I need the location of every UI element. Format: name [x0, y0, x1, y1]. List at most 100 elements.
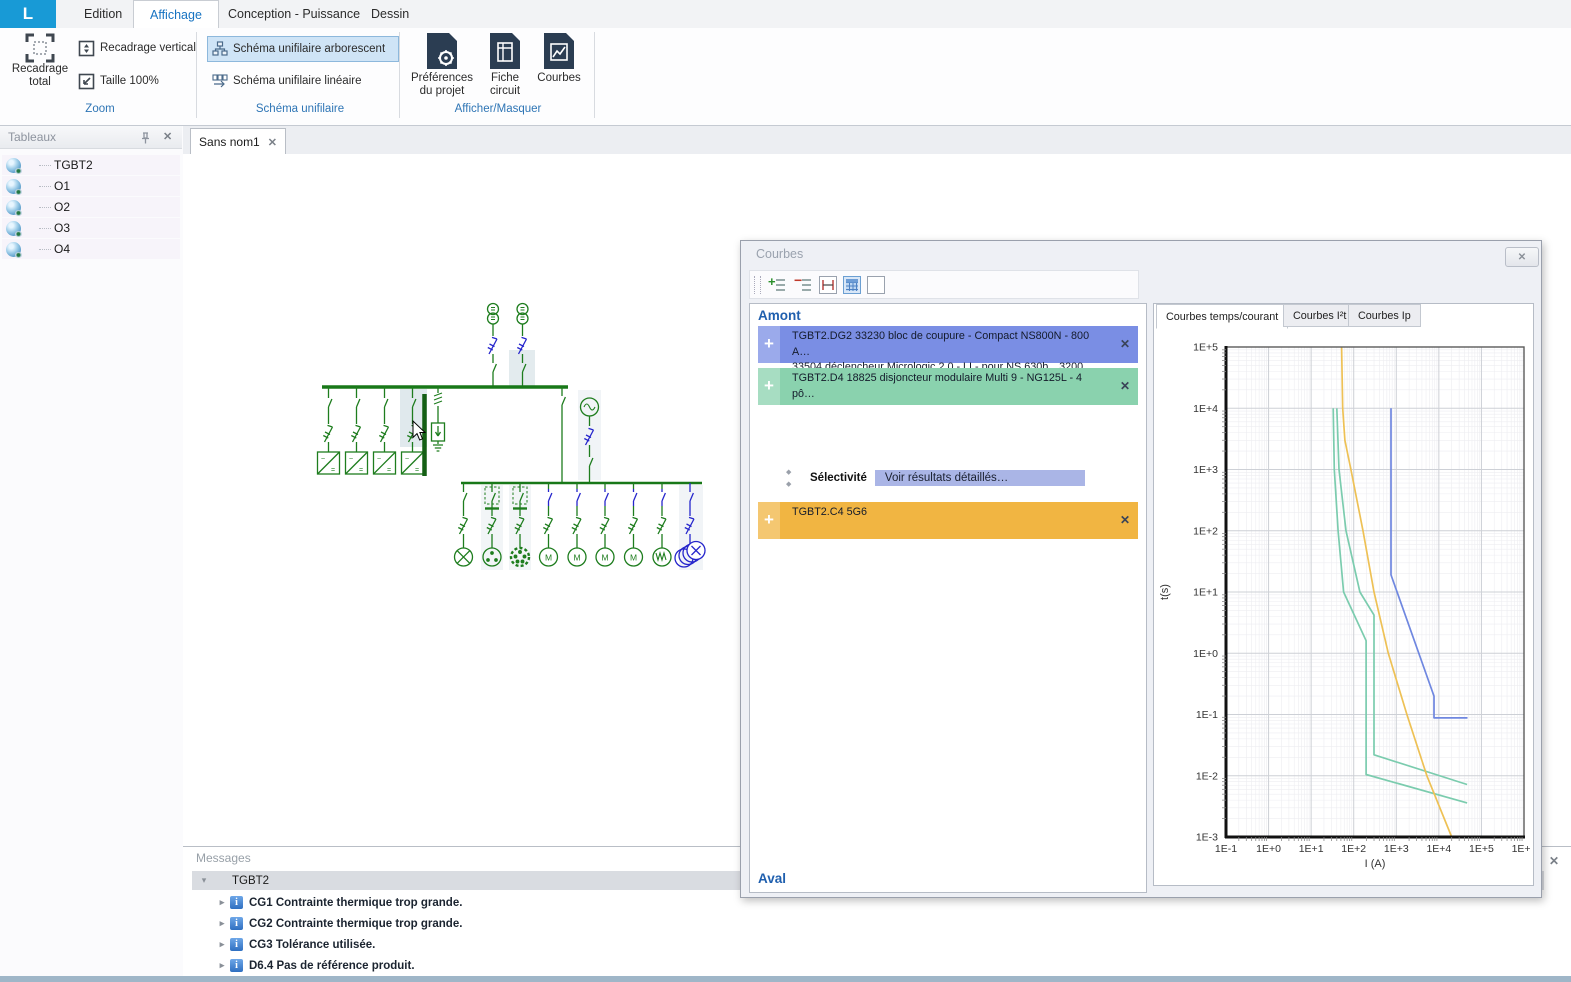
message-row[interactable]: ▸ i CG2 Contrainte thermique trop grande…: [192, 913, 462, 934]
courbes-dialog[interactable]: Courbes ✕ + − Amont + TGBT2.DG2 33230 bl…: [740, 240, 1542, 898]
fiche-circuit-icon: [490, 33, 520, 69]
feeder-converter[interactable]: ~ =: [318, 387, 340, 474]
info-icon: i: [230, 917, 243, 930]
expand-plus-icon[interactable]: +: [758, 368, 780, 405]
feeder-converter[interactable]: ~ =: [346, 387, 368, 474]
transformer-symbol[interactable]: [517, 304, 528, 337]
transformer-symbol[interactable]: [488, 304, 499, 337]
feeder-motor[interactable]: M: [540, 483, 558, 566]
remove-curve-icon[interactable]: −: [793, 275, 813, 295]
tab-courbes-i2t[interactable]: Courbes I²t: [1283, 304, 1356, 327]
remove-entry-icon[interactable]: ✕: [1120, 336, 1130, 353]
table-icon: [6, 200, 21, 215]
curves-list-pane: Amont + TGBT2.DG2 33230 bloc de coupure …: [749, 303, 1147, 893]
table-icon: [6, 158, 21, 173]
remove-entry-icon[interactable]: ✕: [1120, 512, 1130, 529]
recadrage-total-button[interactable]: Recadrage total: [8, 33, 72, 89]
tableaux-close-icon[interactable]: ✕: [163, 130, 172, 143]
markers-icon[interactable]: [819, 276, 837, 294]
single-line-diagram[interactable]: ~ = ~ = ~ = ~ =: [300, 290, 720, 590]
feeder-lamp[interactable]: [455, 483, 473, 566]
blank-view-icon[interactable]: [867, 276, 885, 294]
sidebar-item-o3[interactable]: O3: [2, 218, 180, 238]
recadrage-vertical-icon: [78, 40, 95, 57]
feeder-to-subboard[interactable]: [562, 387, 565, 483]
preferences-projet-button[interactable]: Préférences du projet: [408, 33, 476, 98]
schema-group-label: Schéma unifilaire: [216, 103, 384, 115]
message-row[interactable]: ▸ i CG1 Contrainte thermique trop grande…: [192, 892, 462, 913]
toolbar-grip-icon[interactable]: [754, 276, 761, 294]
add-curve-icon[interactable]: +: [767, 275, 787, 295]
svg-text:1E+1: 1E+1: [1193, 587, 1218, 599]
sidebar-item-label: O1: [54, 179, 70, 193]
messages-close-icon[interactable]: ✕: [1549, 854, 1559, 868]
remove-entry-icon[interactable]: ✕: [1120, 378, 1130, 395]
svg-text:~: ~: [377, 456, 381, 463]
svg-text:1E+2: 1E+2: [1193, 525, 1218, 537]
svg-text:1E+6: 1E+6: [1512, 843, 1531, 855]
document-tab-close-icon[interactable]: ✕: [268, 136, 277, 149]
expand-icon[interactable]: ▸: [216, 960, 228, 971]
application-window: L Edition Affichage Conception - Puissan…: [0, 0, 1571, 982]
collapse-icon[interactable]: ▾: [198, 875, 210, 886]
preferences-projet-icon: [427, 33, 457, 69]
tab-dessin[interactable]: Dessin: [355, 0, 425, 28]
curve-entry-upstream-breaker[interactable]: + TGBT2.DG2 33230 bloc de coupure - Comp…: [758, 326, 1138, 363]
selectivite-details-link[interactable]: Voir résultats détaillés…: [875, 470, 1085, 486]
table-icon: [6, 242, 21, 257]
feeder-converter[interactable]: ~ =: [374, 387, 396, 474]
expand-icon[interactable]: ▸: [216, 939, 228, 950]
fiche-circuit-button[interactable]: Fiche circuit: [480, 33, 530, 98]
window-bottom-edge: [0, 976, 1571, 982]
group-separator: [196, 32, 197, 118]
curve-entry-modular-breaker[interactable]: + TGBT2.D4 18825 disjoncteur modulaire M…: [758, 368, 1138, 405]
courbes-button[interactable]: Courbes: [535, 33, 583, 85]
sidebar-item-o4[interactable]: O4: [2, 239, 180, 259]
afficher-group-label: Afficher/Masquer: [410, 103, 586, 115]
messages-group-label: TGBT2: [232, 875, 269, 887]
svg-text:1E+0: 1E+0: [1193, 648, 1218, 660]
tab-conception-puissance[interactable]: Conception - Puissance: [212, 0, 376, 28]
sidebar-item-o1[interactable]: O1: [2, 176, 180, 196]
curve-entry-line: TGBT2.C4 5G6: [792, 505, 1102, 521]
dialog-close-button[interactable]: ✕: [1505, 247, 1539, 267]
sidebar-item-o2[interactable]: O2: [2, 197, 180, 217]
feeder-motor[interactable]: M: [568, 483, 586, 566]
info-icon: i: [230, 959, 243, 972]
feeder-heater[interactable]: [653, 483, 671, 566]
selectivite-label: Sélectivité: [802, 470, 875, 486]
taille-100-button[interactable]: Taille 100%: [78, 69, 159, 93]
app-logo[interactable]: L: [0, 0, 56, 28]
expand-icon[interactable]: ▸: [216, 897, 228, 908]
pin-icon[interactable]: [140, 132, 151, 144]
svg-text:1E-1: 1E-1: [1196, 709, 1218, 721]
curve-entry-cable[interactable]: + TGBT2.C4 5G6 ✕: [758, 502, 1138, 539]
preferences-projet-label: Préférences du projet: [409, 72, 475, 98]
surge-arrester[interactable]: [432, 387, 445, 451]
svg-text:=: =: [415, 467, 419, 474]
document-tab[interactable]: Sans nom1 ✕: [190, 128, 286, 155]
diamond-icon: ◆: [786, 469, 791, 476]
recadrage-vertical-button[interactable]: Recadrage vertical: [78, 36, 196, 60]
message-row[interactable]: ▸ i D6.4 Pas de référence produit.: [192, 955, 415, 976]
schema-arborescent-button[interactable]: Schéma unifilaire arborescent: [207, 36, 399, 62]
time-current-chart[interactable]: 1E+51E+41E+31E+21E+11E+01E-11E-21E-31E-1…: [1156, 328, 1531, 884]
expand-plus-icon[interactable]: +: [758, 326, 780, 363]
svg-text:1E+3: 1E+3: [1193, 464, 1218, 476]
tab-affichage[interactable]: Affichage: [133, 0, 219, 29]
svg-text:1E-1: 1E-1: [1215, 843, 1237, 855]
expand-plus-icon[interactable]: +: [758, 502, 780, 539]
schema-lineaire-button[interactable]: Schéma unifilaire linéaire: [207, 68, 399, 94]
message-row[interactable]: ▸ i CG3 Tolérance utilisée.: [192, 934, 375, 955]
grid-toggle-icon[interactable]: [843, 276, 861, 294]
svg-text:t(s): t(s): [1159, 584, 1171, 600]
feeder-motor[interactable]: M: [625, 483, 643, 566]
dialog-toolbar: + −: [749, 270, 1139, 299]
sidebar-item-tgbt2[interactable]: TGBT2: [2, 155, 180, 175]
curves-chart-pane: Courbes temps/courant Courbes I²t Courbe…: [1153, 303, 1534, 886]
tab-courbes-temps-courant[interactable]: Courbes temps/courant: [1156, 304, 1288, 329]
tab-courbes-ip[interactable]: Courbes Ip: [1348, 304, 1421, 327]
expand-icon[interactable]: ▸: [216, 918, 228, 929]
tab-edition[interactable]: Edition: [68, 0, 138, 28]
feeder-motor[interactable]: M: [596, 483, 614, 566]
